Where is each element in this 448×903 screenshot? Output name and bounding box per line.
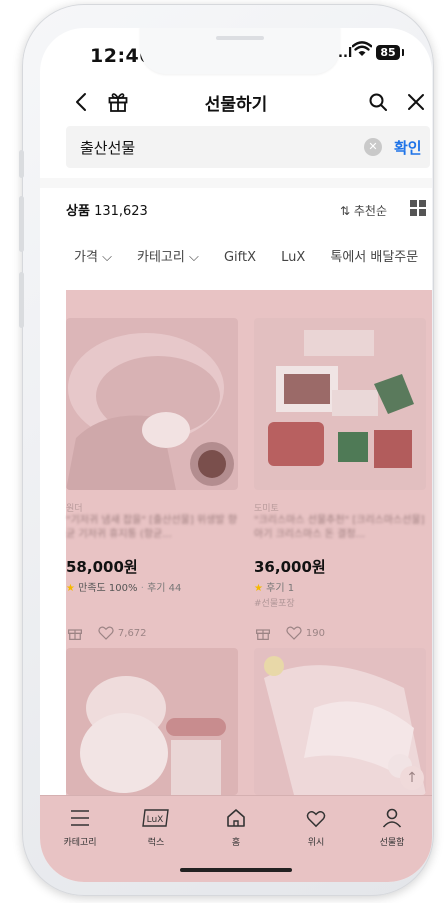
grid-view-icon[interactable] bbox=[410, 200, 426, 216]
search-icon[interactable] bbox=[366, 90, 390, 114]
gift-icon[interactable] bbox=[254, 624, 272, 642]
product-price: 36,000원 bbox=[254, 558, 326, 576]
star-icon: ★ bbox=[66, 583, 75, 594]
product-image[interactable] bbox=[254, 318, 426, 490]
sort-label: 추천순 bbox=[353, 204, 388, 218]
star-icon: ★ bbox=[254, 583, 263, 594]
nav-wish[interactable]: 위시 bbox=[286, 808, 346, 848]
product-name: "크리스마스 선물추천" [크리스마스선물] 아기 크리스마스 돈 결정... bbox=[254, 515, 425, 540]
search-query: 출산선물 bbox=[80, 139, 136, 157]
product-tag: #선물포장 bbox=[254, 599, 295, 609]
nav-label: 카테고리 bbox=[63, 838, 97, 848]
gift-icon[interactable] bbox=[66, 624, 84, 642]
nav-category[interactable]: 카테고리 bbox=[50, 808, 110, 848]
filter-delivery-order[interactable]: 톡에서 배달주문 bbox=[330, 246, 418, 265]
lux-icon: LuX bbox=[142, 809, 169, 827]
nav-label: 홈 bbox=[231, 838, 241, 848]
wifi-icon bbox=[352, 41, 372, 56]
filter-giftx[interactable]: GiftX bbox=[224, 250, 256, 265]
battery-indicator: 85 bbox=[376, 45, 404, 60]
product-grid: 원더 "기저귀 냄새 잡을" [출산선물] 위생발 향균 기저귀 휴지통 (항균… bbox=[66, 290, 432, 795]
person-icon bbox=[382, 808, 402, 828]
home-icon bbox=[227, 809, 245, 827]
svg-text:LuX: LuX bbox=[147, 815, 164, 825]
sort-dropdown[interactable]: ⇅ 추천순 bbox=[340, 202, 387, 219]
result-count-label: 상품 bbox=[66, 204, 90, 219]
product-brand: 원더 bbox=[66, 504, 83, 514]
bottom-nav: 카테고리 LuX 럭스 홈 위시 선물함 bbox=[40, 795, 432, 882]
sort-icon: ⇅ bbox=[340, 204, 351, 218]
search-confirm-button[interactable]: 확인 bbox=[394, 137, 422, 158]
scroll-top-button[interactable]: ↑ bbox=[400, 766, 424, 790]
product-brand: 도미토 bbox=[254, 504, 279, 514]
product-rating: ★ 후기 1 bbox=[254, 579, 294, 594]
result-count-value: 131,623 bbox=[94, 204, 148, 219]
nav-home[interactable]: 홈 bbox=[206, 808, 266, 848]
product-image[interactable] bbox=[66, 648, 238, 795]
signal-icon: ..l bbox=[338, 46, 353, 61]
nav-lux[interactable]: LuX 럭스 bbox=[126, 808, 186, 848]
review-separator: · bbox=[140, 583, 144, 594]
phone-side-button bbox=[19, 196, 24, 252]
home-indicator bbox=[180, 868, 292, 872]
review-count: 후기 44 bbox=[147, 583, 182, 594]
phone-side-button bbox=[19, 150, 24, 178]
product-price: 58,000원 bbox=[66, 558, 138, 576]
product-rating: ★ 만족도 100% · 후기 44 bbox=[66, 579, 181, 594]
nav-label: 선물함 bbox=[379, 838, 405, 848]
menu-icon bbox=[71, 810, 89, 826]
filter-category[interactable]: 카테고리 ⌵ bbox=[137, 246, 199, 265]
nav-gift-box[interactable]: 선물함 bbox=[362, 808, 422, 848]
nav-label: 위시 bbox=[307, 838, 325, 848]
clear-icon[interactable]: ✕ bbox=[364, 138, 382, 156]
filter-price[interactable]: 가격 ⌵ bbox=[74, 246, 112, 265]
heart-icon[interactable] bbox=[285, 624, 303, 642]
heart-icon[interactable] bbox=[97, 624, 115, 642]
product-name: "기저귀 냄새 잡을" [출산선물] 위생발 향균 기저귀 휴지통 (항균... bbox=[66, 515, 237, 540]
product-actions: 7,672 bbox=[66, 624, 147, 642]
filter-lux[interactable]: LuX bbox=[281, 250, 305, 265]
result-count: 상품 131,623 bbox=[66, 200, 148, 219]
product-actions: 190 bbox=[254, 624, 325, 642]
product-image[interactable] bbox=[66, 318, 238, 490]
chevron-down-icon: ⌵ bbox=[102, 250, 112, 265]
review-count: 후기 1 bbox=[266, 583, 295, 594]
chevron-down-icon: ⌵ bbox=[189, 250, 199, 265]
wish-count: 190 bbox=[305, 628, 325, 639]
wish-count: 7,672 bbox=[117, 628, 147, 639]
satisfaction-label: 만족도 100% bbox=[78, 583, 138, 594]
close-icon[interactable] bbox=[404, 90, 428, 114]
phone-side-button bbox=[19, 272, 24, 328]
phone-screen: 12:46 ..l 85 선물하기 출산선물 ✕ 확인 상품 131,623 ⇅… bbox=[40, 28, 432, 882]
heart-icon bbox=[306, 811, 326, 828]
phone-notch bbox=[140, 28, 340, 74]
filter-bar: 가격 ⌵ 카테고리 ⌵ GiftX LuX 톡에서 배달주문 1 bbox=[74, 246, 432, 270]
top-header: 선물하기 bbox=[40, 82, 432, 122]
search-input[interactable]: 출산선물 ✕ 확인 bbox=[66, 126, 430, 168]
nav-label: 럭스 bbox=[147, 838, 165, 848]
section-divider bbox=[40, 178, 432, 188]
